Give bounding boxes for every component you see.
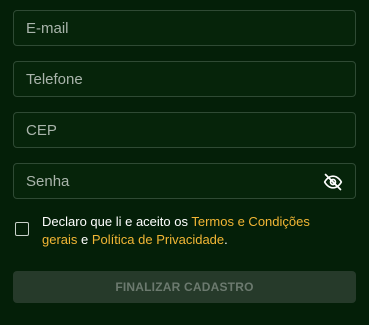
password-field[interactable] (14, 164, 355, 198)
email-field-wrapper (13, 10, 356, 46)
terms-text: Declaro que li e aceito os Termos e Cond… (42, 213, 342, 249)
cep-field-wrapper (13, 112, 356, 148)
terms-text-before: Declaro que li e aceito os (42, 214, 192, 229)
finalize-signup-button[interactable]: FINALIZAR CADASTRO (13, 271, 356, 303)
signup-form (13, 10, 356, 214)
eye-slash-icon[interactable] (323, 172, 343, 192)
phone-field[interactable] (14, 62, 355, 96)
terms-text-after: . (224, 232, 228, 247)
terms-text-middle: e (77, 232, 92, 247)
password-field-wrapper (13, 163, 356, 199)
email-field[interactable] (14, 11, 355, 45)
terms-checkbox[interactable] (15, 222, 29, 236)
cep-field[interactable] (14, 113, 355, 147)
privacy-policy-link[interactable]: Política de Privacidade (92, 232, 224, 247)
phone-field-wrapper (13, 61, 356, 97)
